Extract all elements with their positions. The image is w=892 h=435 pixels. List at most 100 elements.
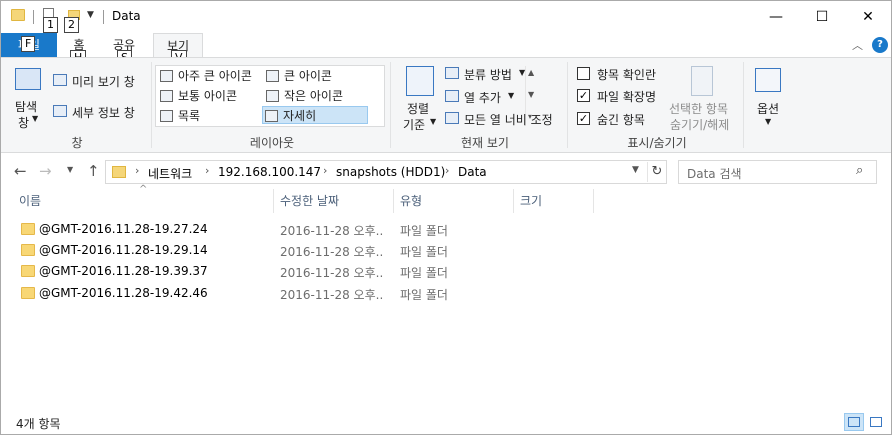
details-view-button[interactable] xyxy=(844,413,864,431)
column-date-modified[interactable]: 수정한 날짜 xyxy=(280,189,339,213)
layout-gallery: 아주 큰 아이콘 큰 아이콘 보통 아이콘 작은 아이콘 목록 자세히 ▲ ▼ … xyxy=(155,65,534,127)
file-date: 2016-11-28 오후... xyxy=(280,245,384,259)
recent-locations-icon[interactable]: ▼ xyxy=(67,165,73,174)
chevron-right-icon[interactable]: › xyxy=(323,164,327,177)
up-arrow-icon[interactable]: ↑ xyxy=(87,162,100,180)
navigation-pane-label[interactable]: 창 xyxy=(18,114,29,131)
sort-ascending-icon: ^ xyxy=(139,184,148,195)
layout-extra-large-icons[interactable]: 아주 큰 아이콘 xyxy=(158,67,252,85)
status-bar: 4개 항목 xyxy=(1,411,891,434)
item-check-boxes-checkbox[interactable] xyxy=(577,67,590,80)
breadcrumb-current[interactable]: Data xyxy=(458,165,487,179)
keytip-quick-access-1: 1 xyxy=(43,17,58,33)
breadcrumb-share[interactable]: snapshots (HDD1) xyxy=(336,165,445,179)
details-pane-button[interactable]: 세부 정보 창 xyxy=(72,104,135,121)
file-date: 2016-11-28 오후... xyxy=(280,224,384,238)
extra-large-icons-icon xyxy=(160,70,173,82)
folder-icon xyxy=(21,265,35,277)
chevron-down-icon: ▼ xyxy=(430,117,437,126)
file-date: 2016-11-28 오후... xyxy=(280,266,384,280)
group-by-button[interactable]: 분류 방법 xyxy=(464,66,512,83)
file-type: 파일 폴더 xyxy=(400,266,448,280)
scroll-up-icon[interactable]: ▲ xyxy=(528,68,534,77)
file-type: 파일 폴더 xyxy=(400,288,448,302)
details-pane-icon xyxy=(53,105,67,117)
folder-icon xyxy=(21,287,35,299)
details-view-icon xyxy=(848,417,860,427)
file-date: 2016-11-28 오후... xyxy=(280,288,384,302)
options-button[interactable]: 옵션 xyxy=(757,100,779,117)
layout-list[interactable]: 목록 xyxy=(158,107,200,125)
maximize-button[interactable]: ☐ xyxy=(799,1,845,33)
scroll-down-icon[interactable]: ▼ xyxy=(528,90,534,99)
column-divider[interactable] xyxy=(273,189,274,213)
chevron-down-icon: ▼ xyxy=(519,68,526,77)
chevron-right-icon[interactable]: › xyxy=(205,164,209,177)
chevron-right-icon[interactable]: › xyxy=(135,164,139,177)
folder-icon xyxy=(21,223,35,235)
file-type: 파일 폴더 xyxy=(400,245,448,259)
layout-large-icons[interactable]: 큰 아이콘 xyxy=(264,67,332,85)
layout-small-icons[interactable]: 작은 아이콘 xyxy=(264,87,343,105)
column-divider[interactable] xyxy=(513,189,514,213)
search-icon[interactable]: ⌕ xyxy=(856,163,863,178)
add-columns-button[interactable]: 열 추가 xyxy=(464,89,501,106)
folder-icon xyxy=(112,166,126,178)
add-columns-icon xyxy=(445,90,459,102)
options-icon xyxy=(755,68,781,92)
hide-selected-label[interactable]: 숨기기/해제 xyxy=(670,116,729,133)
help-icon[interactable]: ? xyxy=(872,37,888,53)
divider xyxy=(151,62,152,148)
large-icons-view-button[interactable] xyxy=(866,413,886,431)
column-size[interactable]: 크기 xyxy=(520,189,542,213)
breadcrumb-host[interactable]: 192.168.100.147 xyxy=(218,165,321,179)
chevron-down-icon: ▼ xyxy=(32,114,39,123)
preview-pane-button[interactable]: 미리 보기 창 xyxy=(72,73,135,90)
column-type[interactable]: 유형 xyxy=(400,189,422,213)
file-name: @GMT-2016.11.28-19.39.37 xyxy=(39,264,208,278)
hide-selected-button[interactable]: 선택한 항목 xyxy=(669,100,728,117)
file-row[interactable]: @GMT-2016.11.28-19.27.24 2016-11-28 오후..… xyxy=(15,220,455,240)
size-all-columns-button[interactable]: 모든 열 너비 조정 xyxy=(464,111,553,128)
address-history-icon[interactable]: ▼ xyxy=(632,165,639,175)
group-label-show-hide: 표시/숨기기 xyxy=(627,136,687,150)
file-name-extensions-label[interactable]: 파일 확장명 xyxy=(597,88,656,105)
details-icon xyxy=(265,110,278,122)
file-name-extensions-checkbox[interactable]: ✓ xyxy=(577,89,590,102)
item-check-boxes-label[interactable]: 항목 확인란 xyxy=(597,66,656,83)
sort-by-label[interactable]: 기준 xyxy=(403,116,425,133)
hidden-items-checkbox[interactable]: ✓ xyxy=(577,112,590,125)
address-bar[interactable]: › 네트워크 › 192.168.100.147 › snapshots (HD… xyxy=(105,160,667,184)
back-arrow-icon[interactable]: ← xyxy=(14,162,27,180)
chevron-right-icon[interactable]: › xyxy=(445,164,449,177)
window-title: Data xyxy=(112,9,141,23)
keytip-file: F xyxy=(21,36,36,52)
group-label-panes: 창 xyxy=(71,136,83,150)
navigation-pane-button[interactable]: 탐색 xyxy=(15,98,37,115)
forward-arrow-icon[interactable]: → xyxy=(39,162,52,180)
collapse-ribbon-icon[interactable]: ︿ xyxy=(852,37,863,53)
folder-icon xyxy=(11,9,25,21)
close-button[interactable]: ✕ xyxy=(845,1,891,33)
ribbon: 탐색 창 ▼ 미리 보기 창 세부 정보 창 창 아주 큰 아이콘 큰 아이콘 … xyxy=(1,57,891,153)
column-divider[interactable] xyxy=(593,189,594,213)
sort-by-button[interactable]: 정렬 xyxy=(407,100,429,117)
minimize-button[interactable]: — xyxy=(753,1,799,33)
folder-icon xyxy=(21,244,35,256)
file-row[interactable]: @GMT-2016.11.28-19.42.46 2016-11-28 오후..… xyxy=(15,284,455,304)
file-row[interactable]: @GMT-2016.11.28-19.39.37 2016-11-28 오후..… xyxy=(15,262,455,282)
hidden-items-label[interactable]: 숨긴 항목 xyxy=(597,111,645,128)
refresh-icon[interactable]: ↻ xyxy=(647,162,666,182)
layout-details[interactable]: 자세히 xyxy=(262,106,368,124)
file-name: @GMT-2016.11.28-19.27.24 xyxy=(39,222,208,236)
search-input[interactable]: Data 검색 xyxy=(687,165,742,182)
customize-quick-access-icon[interactable]: ▼ xyxy=(87,10,94,20)
breadcrumb-network[interactable]: 네트워크 xyxy=(148,165,192,182)
item-count: 4개 항목 xyxy=(16,417,61,431)
file-row[interactable]: @GMT-2016.11.28-19.29.14 2016-11-28 오후..… xyxy=(15,241,455,261)
search-box[interactable]: Data 검색 ⌕ xyxy=(678,160,877,184)
layout-medium-icons[interactable]: 보통 아이콘 xyxy=(158,87,237,105)
size-columns-icon xyxy=(445,112,459,124)
column-name[interactable]: 이름 xyxy=(19,189,41,213)
column-divider[interactable] xyxy=(393,189,394,213)
